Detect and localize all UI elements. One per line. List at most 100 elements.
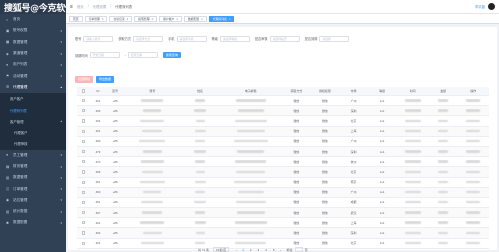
submenu-item-customer-mgmt[interactable]: 客户管理 ▴ <box>0 115 66 127</box>
close-icon[interactable]: × <box>127 17 129 21</box>
search-button[interactable]: 搜索查询 <box>162 52 181 58</box>
expired-select[interactable]: 请选择 <box>319 36 350 42</box>
export-button[interactable]: 导出数据 <box>96 76 115 83</box>
table-row[interactable]: 479 +86 微信 微信 深圳 Lv1 <box>77 146 489 158</box>
sidebar-item-stats[interactable]: ▥ 统计数据 ▾ <box>0 206 66 217</box>
row-checkbox[interactable] <box>77 180 89 184</box>
tag-transactions[interactable]: 交易记录 × <box>109 15 133 22</box>
cell-actions-redacted[interactable] <box>458 109 489 113</box>
page-number[interactable]: 3 <box>258 248 260 252</box>
cell-actions-redacted[interactable] <box>458 200 489 204</box>
submenu-item-user-customers[interactable]: 用户客户 <box>0 93 66 105</box>
row-checkbox[interactable] <box>77 190 89 194</box>
source-select[interactable]: 请选择方式 <box>133 36 164 42</box>
sidebar-item-data-mgmt[interactable]: ▥ 数据管理 ▾ <box>0 172 66 183</box>
sidebar-item-stations[interactable]: ◉ 站位管理 ▾ <box>0 195 66 206</box>
cell-actions-redacted[interactable] <box>458 170 489 174</box>
sidebar-item-config[interactable]: ✱ 数据配置 ▾ <box>0 217 66 228</box>
page-number[interactable]: 2 <box>250 248 252 252</box>
cell-actions-redacted[interactable] <box>458 221 489 225</box>
cell-actions-redacted[interactable] <box>458 211 489 215</box>
page-size-select[interactable]: 15条/页 <box>213 247 230 252</box>
subsub-item-agent-customers[interactable]: 代理客户 <box>0 126 66 139</box>
close-icon[interactable]: × <box>201 17 203 21</box>
cell-actions-redacted[interactable] <box>458 160 489 164</box>
sidebar-item-permissions[interactable]: ▣ 账号权限 ▾ <box>0 25 66 36</box>
user-name[interactable]: 李洪晨 <box>475 4 485 9</box>
table-row[interactable]: 463 +86 微信 微信 深圳 Lv1 <box>77 228 489 239</box>
level-select[interactable]: 请选择等级 <box>219 36 250 42</box>
account-input[interactable]: 请输入账号 <box>83 36 114 42</box>
row-checkbox[interactable] <box>77 109 89 113</box>
phone-select[interactable]: 请选择手机 <box>176 36 207 42</box>
cell-actions-redacted[interactable] <box>458 241 489 245</box>
cell-actions-redacted[interactable] <box>458 231 489 235</box>
row-checkbox[interactable] <box>77 139 89 143</box>
prev-page-button[interactable]: ‹ <box>236 248 237 252</box>
row-checkbox[interactable] <box>77 231 89 235</box>
checkbox[interactable] <box>81 99 85 103</box>
sidebar-item-agents[interactable]: ☰ 代理管理 ▴ <box>0 82 66 93</box>
row-checkbox[interactable] <box>77 170 89 174</box>
table-row[interactable]: 461 +86 微信 微信 上海 Lv1 <box>77 218 489 229</box>
reviewed-select[interactable]: 请选择是否 <box>269 36 300 42</box>
checkbox[interactable] <box>81 200 85 205</box>
row-checkbox[interactable] <box>77 149 89 154</box>
subsub-item-agent-review[interactable]: 代理审核 <box>0 138 66 150</box>
row-checkbox[interactable] <box>77 200 89 205</box>
checkbox[interactable] <box>81 160 85 164</box>
row-checkbox[interactable] <box>77 211 89 215</box>
bulk-delete-button[interactable]: 批量删除 <box>75 76 94 83</box>
checkbox[interactable] <box>81 221 85 225</box>
checkbox[interactable] <box>81 139 85 143</box>
row-checkbox[interactable] <box>77 119 89 123</box>
sidebar-item-channel[interactable]: ◈ 渠道管理 ▾ <box>0 48 66 59</box>
row-checkbox[interactable] <box>77 241 89 245</box>
table-row[interactable]: 461 +86 微信 微信 南京 Lv1 <box>77 178 489 188</box>
start-date-input[interactable]: 开始日期 <box>89 52 120 58</box>
cell-actions-redacted[interactable] <box>458 119 489 123</box>
checkbox[interactable] <box>81 119 85 123</box>
tag-data-config[interactable]: 数据配置 × <box>183 15 207 22</box>
checkbox[interactable] <box>81 170 85 174</box>
row-checkbox[interactable] <box>77 221 89 225</box>
table-row[interactable]: 451 +86 微信 微信 成都 Lv1 <box>77 198 489 209</box>
table-row[interactable]: 461 +86 微信 微信 上海 Lv1 <box>77 126 489 137</box>
goto-page-input[interactable] <box>294 247 303 252</box>
tag-agent-list[interactable]: 代理商列表 × <box>208 15 235 22</box>
checkbox[interactable] <box>81 149 85 154</box>
cell-actions-redacted[interactable] <box>458 180 489 184</box>
sidebar-item-data[interactable]: ▦ 数据管理 ▾ <box>0 37 66 48</box>
tag-user-accounts[interactable]: 用户账户 × <box>159 15 182 22</box>
checkbox[interactable] <box>81 180 85 184</box>
breadcrumb-item[interactable]: 首页 <box>77 4 84 9</box>
cell-actions-redacted[interactable] <box>458 129 489 133</box>
submenu-item-agent-list[interactable]: 代理商列表 <box>0 104 66 116</box>
close-icon[interactable]: × <box>229 17 231 21</box>
close-icon[interactable]: × <box>176 17 178 21</box>
table-row[interactable]: 461 +86 微信 微信 广州 Lv1 <box>77 96 489 107</box>
user-menu[interactable]: 李洪晨 <box>475 3 495 10</box>
tag-home[interactable]: 首页 <box>69 15 83 22</box>
close-icon[interactable]: × <box>102 17 104 21</box>
col-id[interactable]: ID <box>89 89 106 93</box>
checkbox[interactable] <box>81 109 85 113</box>
cell-actions-redacted[interactable] <box>458 190 489 194</box>
row-checkbox[interactable] <box>77 129 89 133</box>
sidebar-item-finance[interactable]: ▤ 财务管理 ▾ <box>0 161 66 172</box>
sidebar-item-staff[interactable]: ● 员工管理 ▾ <box>0 150 66 161</box>
tag-orders[interactable]: 订单管理 × <box>84 15 108 22</box>
end-date-input[interactable]: 结束日期 <box>127 52 158 58</box>
next-page-button[interactable]: › <box>280 248 281 252</box>
cell-actions-redacted[interactable] <box>458 150 489 154</box>
table-row[interactable]: 460 +86 微信 微信 广州 Lv1 <box>77 137 489 147</box>
page-number[interactable]: 4 <box>265 248 267 252</box>
checkbox[interactable] <box>81 129 85 133</box>
row-checkbox[interactable] <box>77 99 89 103</box>
table-row[interactable]: 460 +86 微信 微信 广州 Lv1 <box>77 187 489 198</box>
cell-actions-redacted[interactable] <box>458 99 489 103</box>
sidebar-item-orders[interactable]: ◫ 订单管理 ▾ <box>0 183 66 194</box>
table-row[interactable]: 467 +86 微信 微信 武汉 Lv1 <box>77 208 489 219</box>
checkbox[interactable] <box>81 231 85 235</box>
row-checkbox[interactable] <box>77 160 89 164</box>
